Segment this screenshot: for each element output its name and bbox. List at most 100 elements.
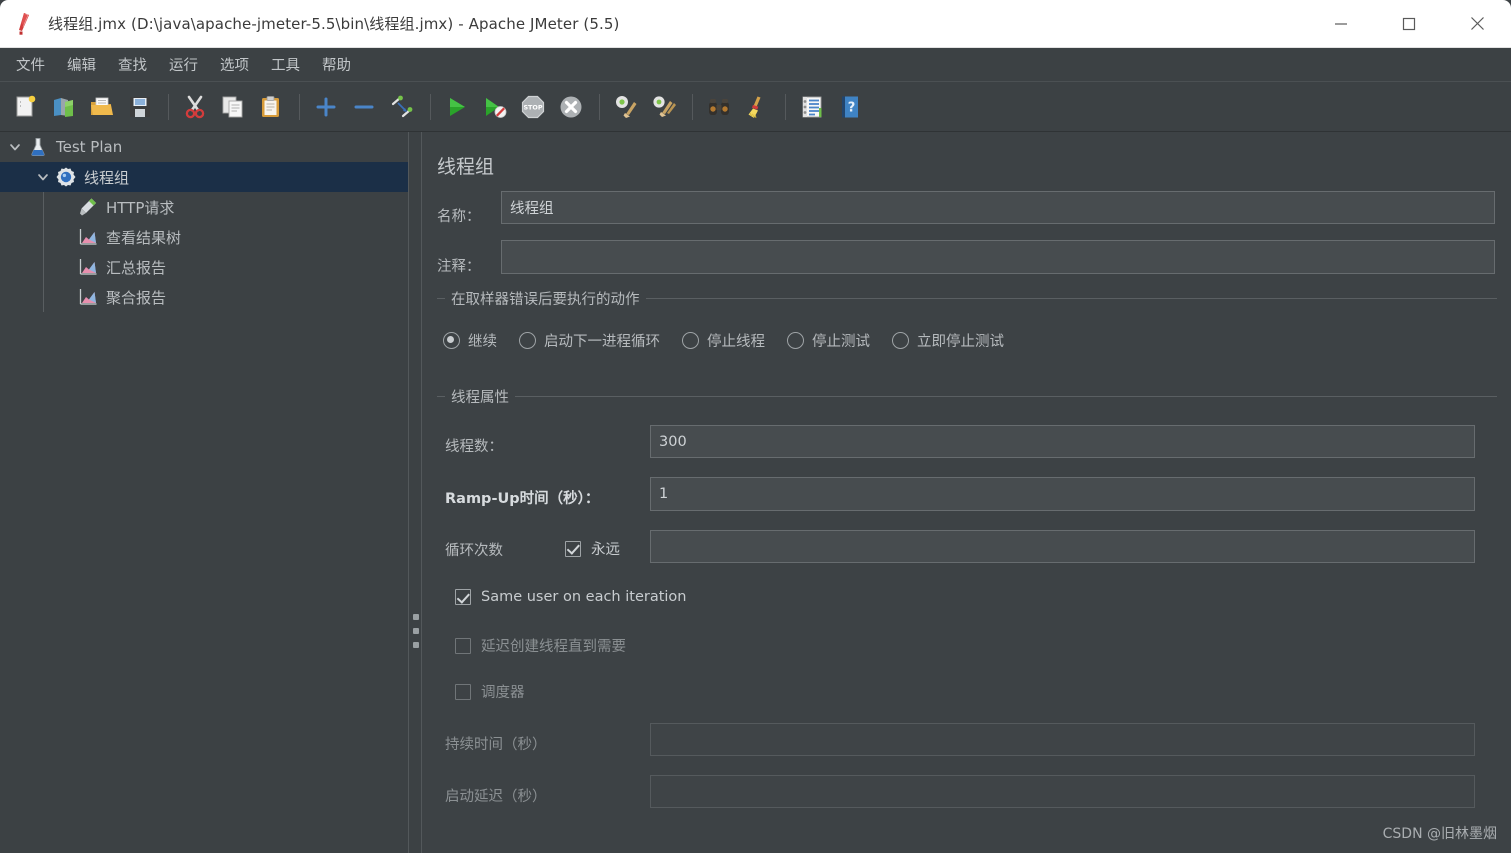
tree-label-http-request: HTTP请求 (106, 198, 175, 217)
thread-group-editor: 线程组 名称： 线程组 注释： 在取样器错误后要执行的动作 继续 启动下一进程循… (423, 132, 1511, 853)
toolbar-clear-all[interactable] (646, 88, 682, 126)
tree-node-thread-group[interactable]: 线程组 (0, 162, 408, 192)
tree-node-http-request[interactable]: HTTP请求 (0, 192, 408, 222)
toolbar-cut[interactable] (177, 88, 213, 126)
radio-continue-dot[interactable] (443, 332, 460, 349)
toolbar-paste[interactable] (253, 88, 289, 126)
listener-chart-icon (76, 225, 100, 249)
delay-create-checkbox-box[interactable] (455, 637, 471, 654)
svg-text:STOP: STOP (523, 103, 542, 111)
radio-stop-test-now-label: 立即停止测试 (917, 334, 1004, 350)
threads-input[interactable]: 300 (650, 425, 1475, 458)
grip-dot (413, 628, 419, 634)
toolbar-separator (430, 93, 431, 120)
toolbar-separator (785, 93, 786, 120)
clear-all-broom-icon (653, 95, 676, 117)
page-title: 线程组 (437, 156, 495, 178)
toolbar-search[interactable] (701, 88, 737, 126)
open-folder-icon (91, 97, 113, 115)
menu-bar: 文件 编辑 查找 运行 选项 工具 帮助 (0, 48, 1511, 82)
scheduler-checkbox-label: 调度器 (481, 685, 525, 701)
toolbar-toggle[interactable] (384, 88, 420, 126)
toolbar-shutdown[interactable] (553, 88, 589, 126)
radio-start-next-loop-dot[interactable] (519, 332, 536, 349)
thread-properties-group: 线程属性 (437, 386, 1497, 836)
toolbar-clear[interactable] (608, 88, 644, 126)
menu-search[interactable]: 查找 (108, 50, 157, 79)
toolbar-function-helper[interactable] (794, 88, 830, 126)
toolbar-stop[interactable]: STOP (515, 88, 551, 126)
startup-delay-input[interactable] (650, 775, 1475, 808)
toolbar-save[interactable] (122, 88, 158, 126)
loops-input[interactable] (650, 530, 1475, 563)
error-action-group-title: 在取样器错误后要执行的动作 (445, 288, 646, 309)
forever-checkbox[interactable]: 永远 (565, 538, 620, 559)
splitter-grip[interactable] (413, 614, 419, 648)
scheduler-checkbox-box[interactable] (455, 683, 471, 700)
toolbar-collapse-all[interactable] (346, 88, 382, 126)
toolbar-reset-search[interactable] (739, 88, 775, 126)
delay-create-checkbox[interactable]: 延迟创建线程直到需要 (455, 635, 626, 656)
tree-node-summary-report[interactable]: 汇总报告 (0, 252, 408, 282)
radio-stop-test[interactable]: 停止测试 (787, 330, 870, 351)
forever-checkbox-box[interactable] (565, 540, 581, 557)
thread-group-gear-icon (54, 165, 78, 189)
radio-start-next-loop[interactable]: 启动下一进程循环 (519, 330, 660, 351)
toolbar-help[interactable]: ? (832, 88, 868, 126)
toolbar: STOP ? (0, 82, 1511, 132)
toolbar-templates[interactable] (46, 88, 82, 126)
name-input[interactable]: 线程组 (501, 191, 1495, 224)
chevron-down-icon[interactable] (32, 162, 54, 192)
radio-stop-test-dot[interactable] (787, 332, 804, 349)
panel-splitter[interactable] (408, 132, 422, 853)
menu-help[interactable]: 帮助 (312, 50, 361, 79)
tree-node-aggregate-report[interactable]: 聚合报告 (0, 282, 408, 312)
toolbar-separator (599, 93, 600, 120)
binoculars-search-icon (709, 98, 729, 115)
radio-continue[interactable]: 继续 (443, 330, 497, 351)
toolbar-open[interactable] (84, 88, 120, 126)
same-user-checkbox-label: Same user on each iteration (481, 589, 687, 605)
tree-guide-line (43, 222, 44, 252)
test-plan-tree[interactable]: Test Plan 线程组 HTTP请求 查看结果树 汇总报告 聚合报告 (0, 132, 408, 853)
error-action-radio-group: 继续 启动下一进程循环 停止线程 停止测试 立即停止测试 (443, 330, 1026, 351)
toolbar-new[interactable] (8, 88, 44, 126)
menu-tools[interactable]: 工具 (261, 50, 310, 79)
menu-options[interactable]: 选项 (210, 50, 259, 79)
toolbar-separator (299, 93, 300, 120)
menu-run[interactable]: 运行 (159, 50, 208, 79)
toolbar-copy[interactable] (215, 88, 251, 126)
thread-properties-group-title: 线程属性 (445, 386, 515, 407)
close-button[interactable] (1443, 0, 1511, 48)
radio-stop-test-now-dot[interactable] (892, 332, 909, 349)
toolbar-expand-all[interactable] (308, 88, 344, 126)
toolbar-separator (692, 93, 693, 120)
menu-file[interactable]: 文件 (6, 50, 55, 79)
menu-edit[interactable]: 编辑 (57, 50, 106, 79)
loops-label: 循环次数 (445, 543, 503, 559)
radio-stop-test-label: 停止测试 (812, 334, 870, 350)
tree-guide-line (43, 252, 44, 282)
tree-node-test-plan[interactable]: Test Plan (0, 132, 408, 162)
window-title: 线程组.jmx (D:\java\apache-jmeter-5.5\bin\线… (48, 15, 620, 33)
stop-sign-icon: STOP (521, 95, 545, 118)
toolbar-start[interactable] (439, 88, 475, 126)
listener-chart-icon (76, 285, 100, 309)
comment-input[interactable] (501, 240, 1495, 274)
minimize-button[interactable] (1307, 0, 1375, 48)
maximize-button[interactable] (1375, 0, 1443, 48)
radio-continue-label: 继续 (468, 334, 497, 350)
rampup-input[interactable]: 1 (650, 477, 1475, 511)
same-user-checkbox-box[interactable] (455, 589, 471, 605)
chevron-down-icon[interactable] (4, 132, 26, 162)
radio-stop-test-now[interactable]: 立即停止测试 (892, 330, 1004, 351)
radio-stop-thread[interactable]: 停止线程 (682, 330, 765, 351)
minus-icon (354, 105, 374, 108)
same-user-checkbox[interactable]: Same user on each iteration (455, 589, 687, 605)
radio-stop-thread-dot[interactable] (682, 332, 699, 349)
tree-node-view-results-tree[interactable]: 查看结果树 (0, 222, 408, 252)
help-book-icon: ? (842, 96, 858, 117)
toolbar-start-no-pauses[interactable] (477, 88, 513, 126)
scheduler-checkbox[interactable]: 调度器 (455, 681, 525, 702)
duration-input[interactable] (650, 723, 1475, 756)
